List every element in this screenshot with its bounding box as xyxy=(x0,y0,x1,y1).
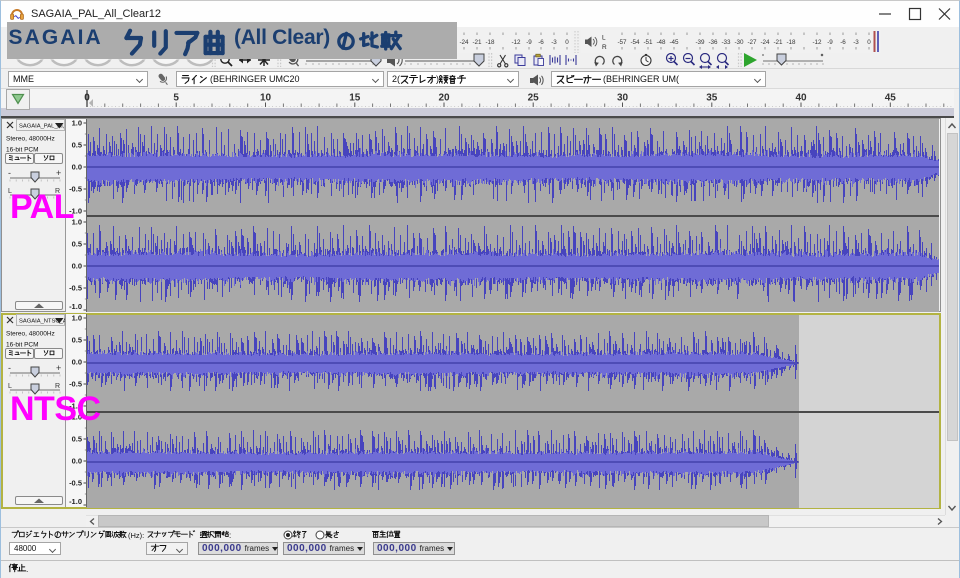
svg-text:-0.5: -0.5 xyxy=(69,479,82,488)
svg-text:10: 10 xyxy=(260,93,272,104)
svg-text:0.0: 0.0 xyxy=(72,358,82,367)
svg-text:0.5: 0.5 xyxy=(72,336,82,345)
svg-text:0.0: 0.0 xyxy=(72,457,82,466)
svg-text:0.5: 0.5 xyxy=(72,240,82,249)
svg-text:-1.0: -1.0 xyxy=(69,497,82,506)
svg-text:30: 30 xyxy=(617,93,629,104)
svg-text:0.0: 0.0 xyxy=(72,262,82,271)
svg-text:-: - xyxy=(8,168,11,178)
svg-text:+: + xyxy=(56,363,61,373)
svg-text:R: R xyxy=(55,383,60,390)
svg-text:0.5: 0.5 xyxy=(72,435,82,444)
svg-text:-: - xyxy=(8,363,11,373)
svg-text:0.5: 0.5 xyxy=(72,141,82,150)
svg-text:15: 15 xyxy=(349,93,361,104)
svg-text:5: 5 xyxy=(173,93,179,104)
svg-text:-0.5: -0.5 xyxy=(69,380,82,389)
svg-text:40: 40 xyxy=(795,93,807,104)
svg-text:Stereo, 48000Hz: Stereo, 48000Hz xyxy=(6,331,55,338)
svg-text:-1.0: -1.0 xyxy=(69,302,82,311)
svg-text:25: 25 xyxy=(528,93,540,104)
svg-text:45: 45 xyxy=(885,93,897,104)
svg-text:+: + xyxy=(56,168,61,178)
svg-text:-0.5: -0.5 xyxy=(69,284,82,293)
svg-text:1.0: 1.0 xyxy=(72,314,82,323)
svg-text:Stereo, 48000Hz: Stereo, 48000Hz xyxy=(6,136,55,143)
svg-text:0.0: 0.0 xyxy=(72,163,82,172)
svg-text:35: 35 xyxy=(706,93,718,104)
svg-text:1.0: 1.0 xyxy=(72,119,82,128)
svg-text:20: 20 xyxy=(438,93,450,104)
svg-text:L: L xyxy=(8,383,12,390)
